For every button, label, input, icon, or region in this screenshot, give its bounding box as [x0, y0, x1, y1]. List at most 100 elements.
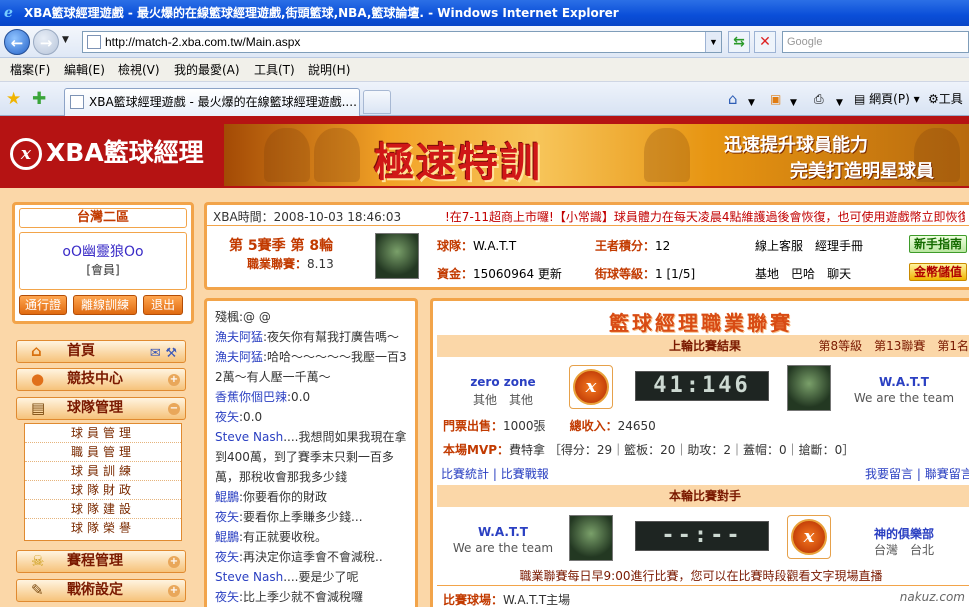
chat-sender[interactable]: 香蕉你個巴辣 [215, 390, 287, 404]
divider [207, 225, 969, 226]
menu-view[interactable]: 檢視(V) [118, 58, 160, 82]
collapse-icon[interactable]: − [168, 403, 180, 415]
submenu-staff[interactable]: 職員管理 [25, 443, 181, 462]
tickets-income: 門票出售：1000張 總收入：24650 [443, 417, 656, 434]
home-dropdown-icon[interactable]: ▼ [748, 94, 755, 112]
tools-menu[interactable]: ⚙工具 [928, 90, 963, 108]
menu-tools[interactable]: 工具(T) [254, 58, 295, 82]
news-marquee[interactable]: !在7-11超商上市囉!【小常識】球員體力在每天凌晨4點維護過後會恢復，也可使用… [445, 208, 965, 225]
expand-icon[interactable]: + [168, 374, 180, 386]
submenu-training[interactable]: 球員訓練 [25, 462, 181, 481]
league-score-label: 職業聯賽： [247, 257, 308, 271]
chat-sender[interactable]: 夜矢 [215, 510, 239, 524]
submenu-finance[interactable]: 球隊財政 [25, 481, 181, 500]
new-tab-button[interactable] [363, 90, 391, 114]
match-report-link[interactable]: 比賽戰報 [501, 467, 549, 481]
history-dropdown-icon[interactable]: ▼ [62, 35, 69, 45]
user-name[interactable]: oO幽靈狼Oo [20, 241, 186, 261]
offline-training-button[interactable]: 離線訓練 [73, 295, 137, 315]
my-comment-link[interactable]: 我要留言 [865, 467, 913, 481]
url-input[interactable]: http://match-2.xba.com.tw/Main.aspx ▼ [82, 31, 722, 53]
chat-sender[interactable]: 漁夫阿猛 [215, 330, 263, 344]
add-favorite-icon[interactable]: ✚ [32, 89, 46, 109]
back-button[interactable]: ← [4, 29, 30, 55]
newbie-guide-button[interactable]: 新手指南 [909, 235, 967, 253]
window-titlebar: e XBA籃球經理遊戲 - 最火爆的在線籃球經理遊戲,街頭籃球,NBA,籃球論壇… [0, 0, 969, 26]
print-dropdown-icon[interactable]: ▼ [836, 94, 843, 112]
online-service-link[interactable]: 線上客服 [755, 239, 803, 253]
mail-tools-icons[interactable]: ✉ ⚒ [150, 343, 177, 364]
mvp-line: 本場MVP：費特拿 ［得分：29｜籃板：20｜助攻：2｜蓋帽：0｜搶斷：0］ [443, 441, 854, 458]
gold-topup-button[interactable]: 金幣儲值 [909, 263, 967, 281]
search-input[interactable]: Google [782, 31, 969, 53]
chat-link[interactable]: 聊天 [827, 267, 851, 281]
divider [437, 585, 969, 586]
feeds-dropdown-icon[interactable]: ▼ [790, 94, 797, 112]
chat-sender[interactable]: 夜矢 [215, 550, 239, 564]
last-home-team[interactable]: zero zone [463, 375, 543, 389]
next-away-location: 台灣 台北 [873, 543, 934, 557]
promo-banner[interactable]: 極速特訓 迅速提升球員能力 完美打造明星球員 [224, 124, 969, 186]
page-menu[interactable]: ▤ 網頁(P) ▾ [854, 90, 920, 108]
print-icon[interactable]: ⎙ [814, 90, 824, 108]
chat-sender[interactable]: 鯤鵬 [215, 490, 239, 504]
chat-panel: 殘楓:@ @ 漁夫阿猛:夜矢你有幫我打廣告嗎～ 漁夫阿猛:哈哈～～～～～我壓一百32… [204, 298, 418, 607]
menu-edit[interactable]: 編輯(E) [64, 58, 105, 82]
nav-home[interactable]: ⌂ 首頁 ✉ ⚒ [16, 340, 186, 363]
url-dropdown-icon[interactable]: ▼ [705, 32, 721, 52]
menu-help[interactable]: 說明(H) [308, 58, 350, 82]
match-stats-link[interactable]: 比賽統計 [441, 467, 489, 481]
manager-manual-link[interactable]: 經理手冊 [815, 239, 863, 253]
update-link[interactable]: 更新 [538, 267, 562, 281]
nav-tactics[interactable]: ✎ 戰術設定 + [16, 579, 186, 602]
submenu-honors[interactable]: 球隊榮譽 [25, 519, 181, 538]
next-home-team[interactable]: W.A.T.T [463, 525, 543, 539]
menu-file[interactable]: 檔案(F) [10, 58, 50, 82]
chat-sender[interactable]: 夜矢 [215, 590, 239, 604]
nav-team-manage[interactable]: ▤ 球隊管理 − [16, 397, 186, 420]
next-away-team[interactable]: 神的俱樂部 [859, 525, 949, 542]
league-comment-link[interactable]: 聯賽留言 [925, 467, 969, 481]
last-away-photo[interactable] [787, 365, 831, 411]
next-away-logo[interactable]: x [787, 515, 831, 559]
chat-text: :0.0 [287, 390, 311, 404]
king-value: 12 [655, 239, 671, 253]
league-score-value: 8.13 [307, 257, 334, 271]
last-home-logo[interactable]: x [569, 365, 613, 409]
passport-button[interactable]: 通行證 [19, 295, 67, 315]
menu-favorites[interactable]: 我的最愛(A) [174, 58, 240, 82]
stop-button[interactable]: ✕ [754, 31, 776, 53]
team-avatar[interactable] [375, 233, 419, 279]
nav-competition[interactable]: ● 競技中心 + [16, 368, 186, 391]
logo-text: XBA籃球經理 [46, 138, 204, 167]
baha-link[interactable]: 巴哈 [791, 267, 815, 281]
submenu-players[interactable]: 球員管理 [25, 424, 181, 443]
season-round: 第 5賽季 第 8輪 [229, 238, 334, 254]
chat-text: :有正就要收稅。 [239, 530, 328, 544]
submenu-construction[interactable]: 球隊建設 [25, 500, 181, 519]
feeds-icon[interactable]: ▣ [770, 90, 781, 108]
base-link[interactable]: 基地 [755, 267, 779, 281]
next-home-photo[interactable] [569, 515, 613, 561]
favorites-star-icon[interactable]: ★ [6, 89, 21, 109]
expand-icon[interactable]: + [168, 585, 180, 597]
user-panel: 台灣二區 oO幽靈狼Oo [會員] 通行證 離線訓練 退出 [12, 202, 194, 324]
chat-sender[interactable]: 漁夫阿猛 [215, 350, 263, 364]
chat-sender[interactable]: 夜矢 [215, 410, 239, 424]
team-value[interactable]: W.A.T.T [473, 239, 516, 253]
last-away-team[interactable]: W.A.T.T [859, 375, 949, 389]
logout-button[interactable]: 退出 [143, 295, 183, 315]
chat-text: :比上季少就不會減稅囉 [239, 590, 364, 604]
chat-sender[interactable]: Steve Nash [215, 430, 283, 444]
chat-sender[interactable]: 鯤鵬 [215, 530, 239, 544]
nav-schedule[interactable]: ☠ 賽程管理 + [16, 550, 186, 573]
forward-button[interactable]: → [33, 29, 59, 55]
home-icon[interactable]: ⌂ [728, 90, 738, 108]
refresh-button[interactable]: ⇆ [728, 31, 750, 53]
site-logo[interactable]: x XBA籃球經理 [10, 134, 204, 172]
tab-xba[interactable]: XBA籃球經理遊戲 - 最火爆的在線籃球經理遊戲.... [64, 88, 360, 116]
expand-icon[interactable]: + [168, 556, 180, 568]
player-silhouette [314, 128, 360, 182]
funds-field: 資金：15060964 更新 [437, 265, 562, 282]
chat-sender[interactable]: Steve Nash [215, 570, 283, 584]
